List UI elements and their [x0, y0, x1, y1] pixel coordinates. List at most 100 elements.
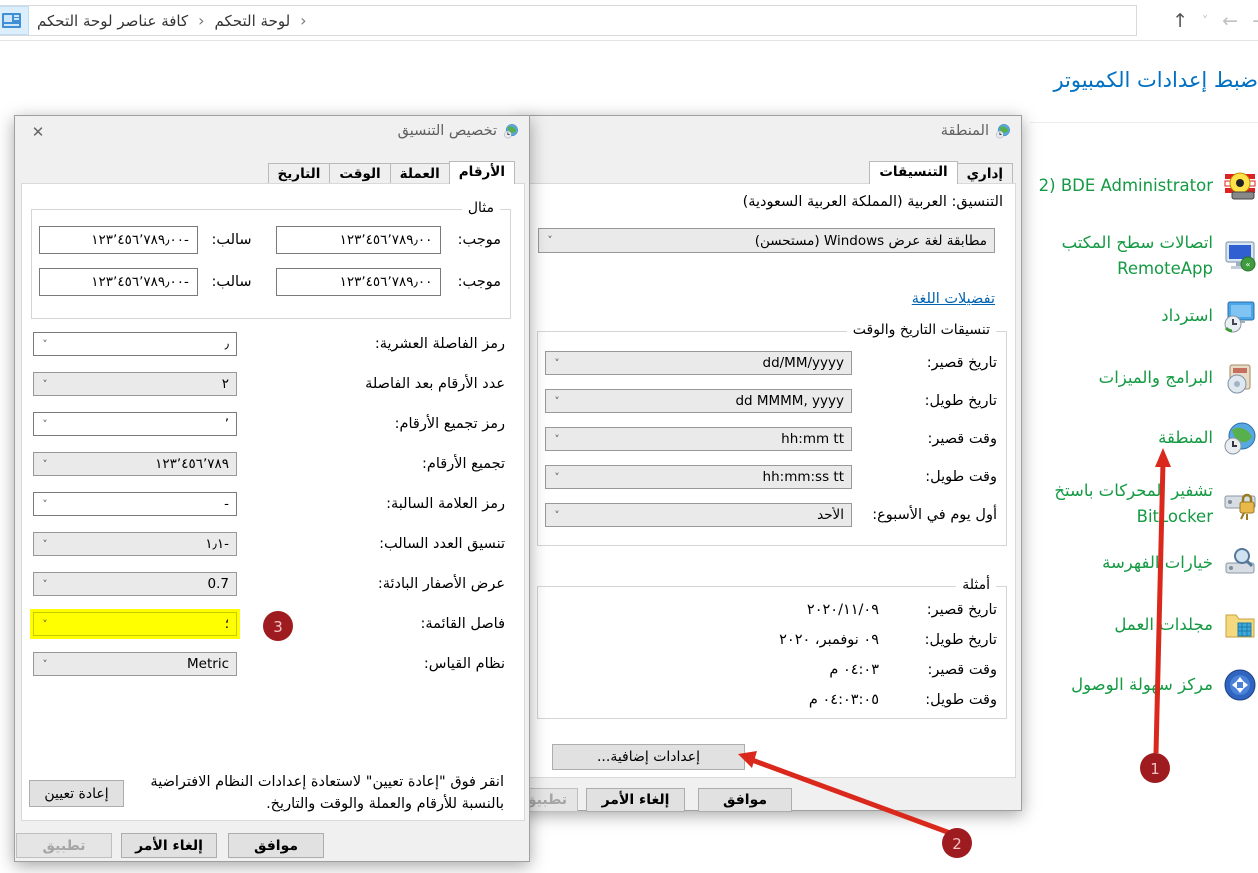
nav-controls: ↑ ˅ ← →	[1138, 0, 1258, 41]
item-label: خيارات الفهرسة	[1018, 550, 1213, 576]
positive-example-field[interactable]: ١٢٣٬٤٥٦٬٧٨٩٫٠٠	[276, 226, 442, 254]
breadcrumb: ‹ لوحة التحكم ‹ كافة عناصر لوحة التحكم	[29, 11, 315, 30]
page-title: ضبط إعدادات الكمبيوتر	[1030, 68, 1258, 92]
item-recovery[interactable]: استرداد	[1018, 298, 1258, 334]
example-short-time: وقت قصير: ٠٤:٠٣ م	[829, 662, 997, 678]
step2-circle	[942, 828, 972, 858]
back-arrow-icon[interactable]: ←	[1222, 10, 1238, 32]
leading-zeros-combobox[interactable]: 0.7˅	[33, 572, 237, 596]
region-cancel-button[interactable]: إلغاء الأمر	[586, 788, 685, 812]
chevron-down-icon: ˅	[34, 458, 56, 471]
short-date-combobox[interactable]: dd/MM/yyyy˅	[545, 351, 852, 375]
first-day-combobox[interactable]: الأحد˅	[545, 503, 852, 527]
short-time-row: وقت قصير: hh:mm tt˅	[545, 427, 997, 451]
example-long-time: وقت طويل: ٠٤:٠٣:٠٥ م	[809, 692, 997, 708]
item-work-folders[interactable]: مجلدات العمل	[1018, 607, 1258, 643]
recovery-icon	[1222, 298, 1258, 334]
forward-arrow-icon[interactable]: →	[1252, 10, 1258, 32]
step1-number: 1	[1150, 760, 1160, 778]
up-arrow-icon[interactable]: ↑	[1172, 10, 1188, 32]
customize-format-dialog: تخصيص التنسيق ✕ التاريخ الوقت العملة الأ…	[14, 115, 530, 862]
example-short-date: تاريخ قصير: ٢٠٢٠/١١/٠٩	[807, 602, 997, 618]
measurement-system-combobox[interactable]: Metric˅	[33, 652, 237, 676]
digits-after-decimal-combobox[interactable]: ٢˅	[33, 372, 237, 396]
positive-example-field[interactable]: ١٢٣٬٤٥٦٬٧٨٩٫٠٠	[276, 268, 442, 296]
negative-sign-combobox[interactable]: -˅	[33, 492, 237, 516]
close-icon[interactable]: ✕	[27, 122, 49, 142]
list-separator-row: فاصل القائمة: ؛˅	[33, 612, 505, 636]
region-dialog-titlebar[interactable]: المنطقة	[522, 116, 1021, 148]
tab-currency[interactable]: العملة	[390, 163, 450, 184]
region-dialog: المنطقة التنسيقات إداري التنسيق: العربية…	[521, 115, 1022, 811]
list-separator-combobox[interactable]: ؛˅	[33, 612, 237, 636]
grouping-symbol-combobox[interactable]: ٬˅	[33, 412, 237, 436]
tab-date[interactable]: التاريخ	[268, 163, 331, 184]
history-dropdown-icon[interactable]: ˅	[1202, 14, 1208, 28]
region-globe-clock-icon	[1222, 420, 1258, 456]
customize-ok-button[interactable]: موافق	[228, 833, 324, 858]
address-bar: ‹ لوحة التحكم ‹ كافة عناصر لوحة التحكم ↑…	[0, 0, 1258, 41]
chevron-down-icon: ˅	[34, 538, 56, 551]
digits-after-decimal-row: عدد الأرقام بعد الفاصلة ٢˅	[33, 372, 505, 396]
item-label: المنطقة	[1018, 425, 1213, 451]
decimal-symbol-row: رمز الفاصلة العشرية: ٫˅	[33, 332, 505, 356]
reset-note: انقر فوق "إعادة تعيين" لاستعادة إعدادات …	[132, 772, 504, 816]
breadcrumb-control-panel[interactable]: لوحة التحكم	[215, 12, 291, 30]
region-dialog-icon	[995, 123, 1011, 139]
remoteapp-desktop-icon: »	[1222, 238, 1258, 274]
chevron-down-icon: ˅	[539, 234, 561, 247]
chevron-down-icon: ˅	[34, 378, 56, 391]
tab-administrative[interactable]: إداري	[957, 163, 1013, 184]
digit-grouping-combobox[interactable]: ١٢٣٬٤٥٦٬٧٨٩˅	[33, 452, 237, 476]
negative-example-field[interactable]: ١٢٣٬٤٥٦٬٧٨٩٫٠٠-	[39, 226, 198, 254]
language-preferences-link[interactable]: تفضيلات اللغة	[912, 291, 995, 307]
item-label: استرداد	[1018, 303, 1213, 329]
customize-apply-button[interactable]: تطبيق	[16, 833, 112, 858]
tab-time[interactable]: الوقت	[329, 163, 390, 184]
item-bitlocker[interactable]: تشفير المحركات باستخ BitLocker	[1018, 478, 1258, 529]
item-programs-features[interactable]: البرامج والميزات	[1018, 360, 1258, 396]
breadcrumb-chevron-icon: ‹	[198, 11, 204, 30]
item-label: 2) BDE Administrator	[1018, 173, 1213, 199]
item-indexing-options[interactable]: خيارات الفهرسة	[1018, 545, 1258, 581]
bitlocker-drive-lock-icon	[1222, 486, 1258, 522]
region-ok-button[interactable]: موافق	[698, 788, 792, 812]
example-long-date: تاريخ طويل: ٠٩ نوفمبر، ٢٠٢٠	[779, 632, 997, 648]
programs-features-icon	[1222, 360, 1258, 396]
region-tabstrip: التنسيقات إداري	[870, 161, 1013, 184]
reset-button[interactable]: إعادة تعيين	[29, 780, 124, 807]
item-label: البرامج والميزات	[1018, 365, 1213, 391]
format-combobox[interactable]: مطابقة لغة عرض Windows (مستحسن) ˅	[538, 228, 995, 253]
ease-of-access-icon	[1222, 667, 1258, 703]
negative-format-row: تنسيق العدد السالب: ١٫١-˅	[33, 532, 505, 556]
item-remoteapp-connections[interactable]: » اتصالات سطح المكتب RemoteApp	[1018, 230, 1258, 281]
address-box[interactable]: ‹ لوحة التحكم ‹ كافة عناصر لوحة التحكم	[0, 5, 1137, 36]
control-panel-icon	[0, 6, 29, 35]
long-time-combobox[interactable]: hh:mm:ss tt˅	[545, 465, 852, 489]
format-label: التنسيق: العربية (المملكة العربية السعود…	[743, 194, 1003, 210]
chevron-down-icon: ˅	[34, 498, 56, 511]
example-row-1: موجب: ١٢٣٬٤٥٦٬٧٨٩٫٠٠ سالب: ١٢٣٬٤٥٦٬٧٨٩٫٠…	[39, 226, 501, 254]
long-date-row: تاريخ طويل: dd MMMM, yyyy˅	[545, 389, 997, 413]
long-date-combobox[interactable]: dd MMMM, yyyy˅	[545, 389, 852, 413]
step1-circle	[1140, 753, 1170, 783]
chevron-down-icon: ˅	[34, 418, 56, 431]
customize-dialog-title: تخصيص التنسيق	[398, 123, 497, 139]
breadcrumb-all-items[interactable]: كافة عناصر لوحة التحكم	[37, 12, 188, 30]
customize-cancel-button[interactable]: إلغاء الأمر	[121, 833, 217, 858]
measurement-system-row: نظام القياس: Metric˅	[33, 652, 505, 676]
decimal-symbol-combobox[interactable]: ٫˅	[33, 332, 237, 356]
item-bde-administrator[interactable]: 2) BDE Administrator	[1018, 168, 1258, 204]
item-ease-of-access[interactable]: مركز سهولة الوصول	[1018, 667, 1258, 703]
control-panel-screen: ‹ لوحة التحكم ‹ كافة عناصر لوحة التحكم ↑…	[0, 0, 1258, 873]
negative-example-field[interactable]: ١٢٣٬٤٥٦٬٧٨٩٫٠٠-	[39, 268, 198, 296]
tab-formats[interactable]: التنسيقات	[869, 161, 957, 184]
tab-numbers[interactable]: الأرقام	[449, 161, 515, 184]
negative-format-combobox[interactable]: ١٫١-˅	[33, 532, 237, 556]
chevron-down-icon: ˅	[546, 357, 568, 370]
short-time-combobox[interactable]: hh:mm tt˅	[545, 427, 852, 451]
item-region[interactable]: المنطقة	[1018, 420, 1258, 456]
additional-settings-button[interactable]: إعدادات إضافية...	[552, 744, 745, 770]
customize-dialog-titlebar[interactable]: تخصيص التنسيق ✕	[15, 116, 529, 148]
indexing-options-icon	[1222, 545, 1258, 581]
